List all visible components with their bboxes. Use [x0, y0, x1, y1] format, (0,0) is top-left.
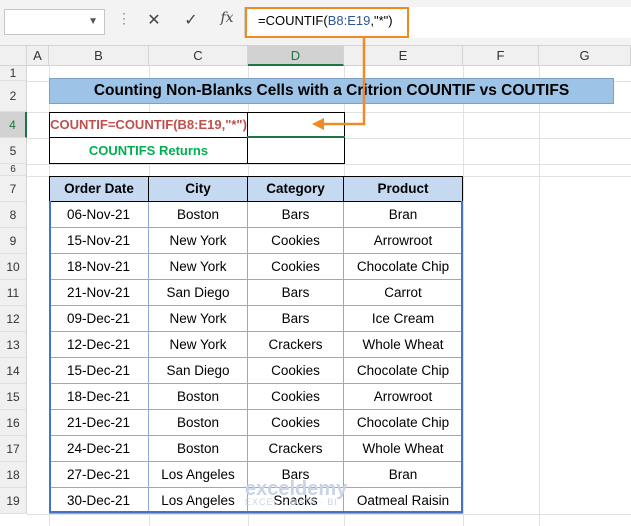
more-options-icon[interactable]: ⋮: [117, 10, 132, 27]
row-header-1[interactable]: 1: [0, 66, 27, 81]
row-header-11[interactable]: 11: [0, 280, 27, 306]
cancel-icon[interactable]: ✕: [143, 10, 165, 30]
formula-prefix: =COUNTIF(: [258, 13, 328, 28]
watermark: exceldemy EXCEL · DATA · BI: [245, 478, 347, 507]
row-header-19[interactable]: 19: [0, 488, 27, 514]
row-header-13[interactable]: 13: [0, 332, 27, 358]
table-header-order-date[interactable]: Order Date: [49, 176, 149, 202]
table-header-product[interactable]: Product: [343, 176, 463, 202]
annotation-arrow-icon: [312, 38, 366, 130]
row-header-17[interactable]: 17: [0, 436, 27, 462]
countifs-result-cell[interactable]: [247, 137, 345, 164]
row-header-16[interactable]: 16: [0, 410, 27, 436]
formula-text: =COUNTIF(B8:E19,"*"): [258, 13, 393, 28]
row-header-2[interactable]: 2: [0, 81, 27, 112]
column-header-g[interactable]: G: [539, 46, 631, 66]
active-cell-indicator: [247, 136, 345, 138]
row-header-6[interactable]: 6: [0, 164, 27, 176]
countif-label-cell[interactable]: COUNTIF=COUNTIF(B8:E19,"*"): [49, 112, 248, 138]
gridline: [463, 66, 464, 526]
row-header-18[interactable]: 18: [0, 462, 27, 488]
row-header-9[interactable]: 9: [0, 228, 27, 254]
table-header-city[interactable]: City: [148, 176, 248, 202]
row-header-15[interactable]: 15: [0, 384, 27, 410]
formula-suffix: ,"*"): [370, 13, 393, 28]
select-all-corner[interactable]: [0, 46, 27, 66]
row-header-14[interactable]: 14: [0, 358, 27, 384]
gridline: [27, 164, 631, 165]
gridline: [27, 514, 631, 515]
column-header-f[interactable]: F: [463, 46, 539, 66]
selection-range-border: [49, 201, 463, 513]
insert-function-icon[interactable]: fx: [216, 10, 238, 26]
column-header-a[interactable]: A: [27, 46, 49, 66]
enter-icon[interactable]: ✓: [180, 10, 202, 30]
formula-ref: B8:E19: [327, 13, 371, 28]
row-header-5[interactable]: 5: [0, 138, 27, 164]
gridline: [539, 66, 540, 526]
countifs-label-cell[interactable]: COUNTIFS Returns: [49, 137, 248, 164]
table-header-category[interactable]: Category: [247, 176, 344, 202]
column-header-b[interactable]: B: [49, 46, 149, 66]
row-header-4[interactable]: 4: [0, 112, 27, 138]
name-box[interactable]: ▼: [4, 9, 105, 35]
row-header-12[interactable]: 12: [0, 306, 27, 332]
row-header-7[interactable]: 7: [0, 176, 27, 202]
column-header-c[interactable]: C: [149, 46, 248, 66]
watermark-tag: EXCEL · DATA · BI: [245, 497, 338, 507]
row-header-8[interactable]: 8: [0, 202, 27, 228]
chevron-down-icon[interactable]: ▼: [88, 16, 98, 27]
row-header-10[interactable]: 10: [0, 254, 27, 280]
